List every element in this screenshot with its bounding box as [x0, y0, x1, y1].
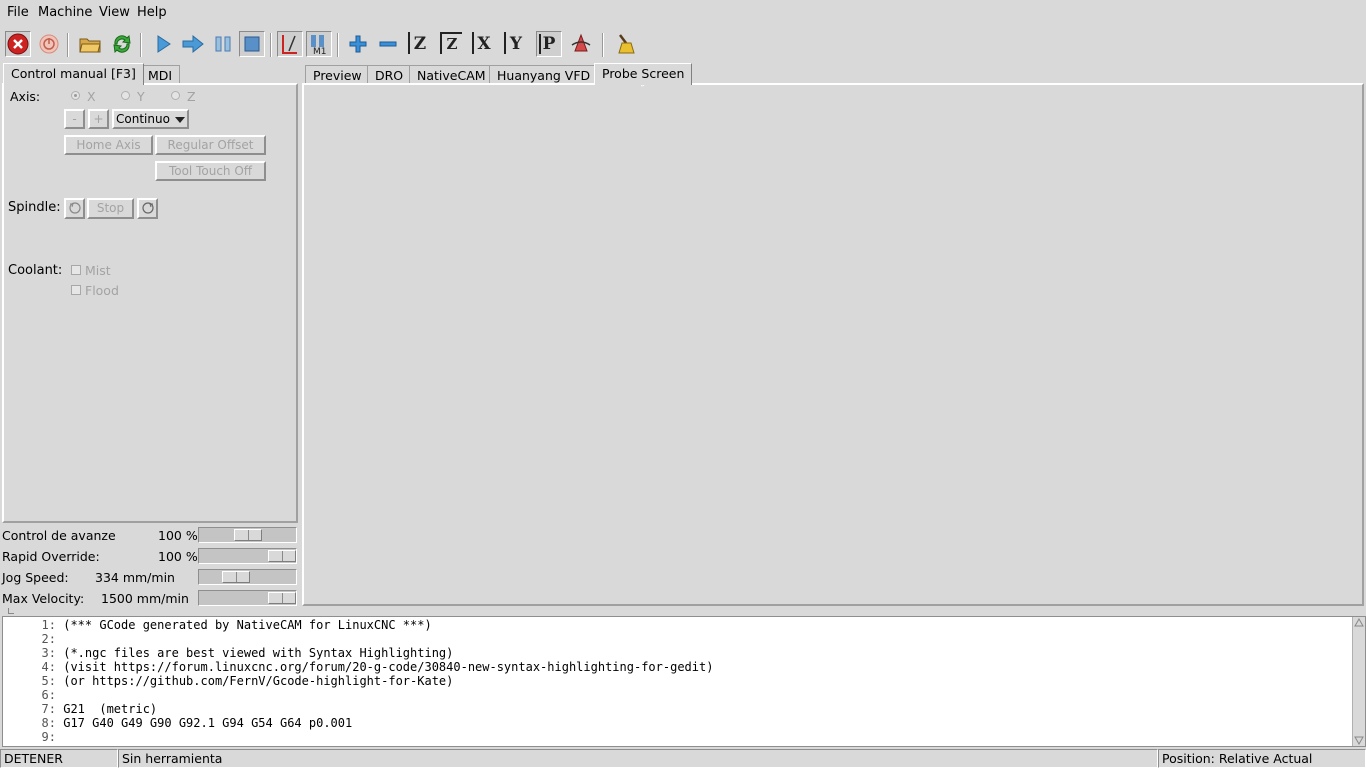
- home-axis-button[interactable]: Home Axis: [64, 135, 153, 155]
- run-icon[interactable]: [150, 31, 176, 57]
- machine-state-status: DETENER: [0, 749, 118, 768]
- view-x-label: X: [477, 34, 491, 54]
- axis-x-label: X: [87, 89, 96, 104]
- menu-file[interactable]: File: [7, 5, 29, 20]
- code-line: 6:: [41, 688, 56, 702]
- scroll-down-icon: [1354, 736, 1364, 745]
- menu-view[interactable]: View: [99, 5, 130, 20]
- menu-bar: File Machine View Help: [0, 0, 1366, 24]
- pause-icon[interactable]: [210, 31, 236, 57]
- mist-checkbox[interactable]: [71, 265, 81, 275]
- power-icon[interactable]: [36, 31, 62, 57]
- view-z2-icon[interactable]: Z: [439, 31, 465, 57]
- code-line: 5: (or https://github.com/FernV/Gcode-hi…: [41, 674, 454, 688]
- code-line: 8: G17 G40 G49 G90 G92.1 G94 G54 G64 p0.…: [41, 716, 353, 730]
- spindle-stop-button[interactable]: Stop: [87, 198, 134, 219]
- position-status: Position: Relative Actual: [1158, 749, 1366, 768]
- axis-x-radio[interactable]: [71, 91, 80, 100]
- tab-probe-screen[interactable]: Probe Screen: [594, 63, 693, 85]
- tab-manual-control[interactable]: Control manual [F3]: [3, 63, 144, 85]
- code-line: 2:: [41, 632, 56, 646]
- stop-icon[interactable]: [239, 31, 265, 57]
- code-line: 4: (visit https://forum.linuxcnc.org/for…: [41, 660, 714, 674]
- axis-z-label: Z: [187, 89, 196, 104]
- zoom-out-icon[interactable]: [375, 31, 401, 57]
- chevron-down-icon: [175, 117, 185, 123]
- view-y-icon[interactable]: Y: [503, 31, 529, 57]
- menu-help[interactable]: Help: [137, 5, 167, 20]
- slider-handle[interactable]: [268, 592, 296, 604]
- block-delete-icon[interactable]: [277, 31, 303, 57]
- flood-checkbox[interactable]: [71, 285, 81, 295]
- reload-icon[interactable]: [109, 31, 135, 57]
- spindle-cw-button[interactable]: [137, 198, 158, 219]
- jog-minus-button[interactable]: -: [64, 109, 85, 129]
- toolbar: M1 Z Z X Y P: [0, 26, 1366, 64]
- rapid-override-value: 100 %: [158, 549, 198, 564]
- menu-machine[interactable]: Machine: [38, 5, 92, 20]
- slider-handle[interactable]: [222, 571, 250, 583]
- code-line: 3: (*.ngc files are best viewed with Syn…: [41, 646, 454, 660]
- jog-mode-value: Continuo: [116, 112, 170, 126]
- estop-icon[interactable]: [5, 31, 31, 57]
- mist-label: Mist: [85, 263, 111, 278]
- code-scrollbar[interactable]: [1352, 617, 1365, 746]
- tab-preview[interactable]: Preview: [305, 65, 370, 85]
- m1-label: M1: [313, 47, 327, 55]
- tool-status: Sin herramienta: [118, 749, 1158, 768]
- clear-plot-icon[interactable]: [611, 31, 637, 57]
- regular-offset-button[interactable]: Regular Offset: [155, 135, 266, 155]
- feed-override-label: Control de avanze: [2, 528, 116, 543]
- jog-mode-select[interactable]: Continuo: [112, 109, 189, 129]
- view-z-label: Z: [413, 34, 427, 54]
- tab-nativecam[interactable]: NativeCAM: [409, 65, 494, 85]
- jog-speed-value: 334 mm/min: [95, 570, 175, 585]
- view-p-label: P: [542, 34, 556, 54]
- axis-y-radio[interactable]: [121, 91, 130, 100]
- open-icon[interactable]: [77, 31, 103, 57]
- axis-y-label: Y: [137, 89, 145, 104]
- code-line: 1: (*** GCode generated by NativeCAM for…: [41, 618, 432, 632]
- scroll-up-icon: [1354, 618, 1364, 627]
- jog-speed-slider[interactable]: [198, 569, 297, 585]
- rapid-override-label: Rapid Override:: [2, 549, 100, 564]
- spindle-cw-icon: [141, 202, 154, 214]
- jog-speed-label: Jog Speed:: [2, 570, 69, 585]
- view-y-label: Y: [509, 34, 523, 54]
- feed-override-slider[interactable]: [198, 527, 297, 543]
- view-p-icon[interactable]: P: [536, 31, 562, 57]
- max-velocity-label: Max Velocity:: [2, 591, 85, 606]
- feed-override-value: 100 %: [158, 528, 198, 543]
- view-z2-label: Z: [446, 35, 458, 53]
- view-x-icon[interactable]: X: [471, 31, 497, 57]
- rapid-override-slider[interactable]: [198, 548, 297, 564]
- jog-plus-button[interactable]: +: [88, 109, 109, 129]
- step-icon[interactable]: [180, 31, 206, 57]
- axis-label: Axis:: [10, 89, 41, 104]
- optional-stop-icon[interactable]: M1: [306, 31, 332, 57]
- spindle-label: Spindle:: [8, 200, 61, 215]
- gcode-text-view[interactable]: 1: (*** GCode generated by NativeCAM for…: [2, 616, 1366, 747]
- probe-screen-panel: [302, 83, 1364, 606]
- tab-huanyang-vfd[interactable]: Huanyang VFD: [489, 65, 599, 85]
- code-line: 7: G21 (metric): [41, 702, 158, 716]
- flood-label: Flood: [85, 283, 119, 298]
- tool-touch-off-button[interactable]: Tool Touch Off: [155, 161, 266, 181]
- coolant-label: Coolant:: [8, 263, 63, 278]
- rotate-icon[interactable]: [568, 31, 594, 57]
- spindle-ccw-button[interactable]: [64, 198, 85, 219]
- slider-handle[interactable]: [234, 529, 262, 541]
- tab-mdi[interactable]: MDI: [140, 65, 181, 85]
- code-line: 9:: [41, 730, 56, 744]
- max-velocity-slider[interactable]: [198, 590, 297, 606]
- slider-handle[interactable]: [268, 550, 296, 562]
- axis-z-radio[interactable]: [171, 91, 180, 100]
- zoom-in-icon[interactable]: [345, 31, 371, 57]
- view-z-icon[interactable]: Z: [407, 31, 433, 57]
- spindle-ccw-icon: [68, 202, 81, 214]
- max-velocity-value: 1500 mm/min: [101, 591, 189, 606]
- pane-grip-icon[interactable]: [8, 608, 14, 614]
- tab-dro[interactable]: DRO: [367, 65, 412, 85]
